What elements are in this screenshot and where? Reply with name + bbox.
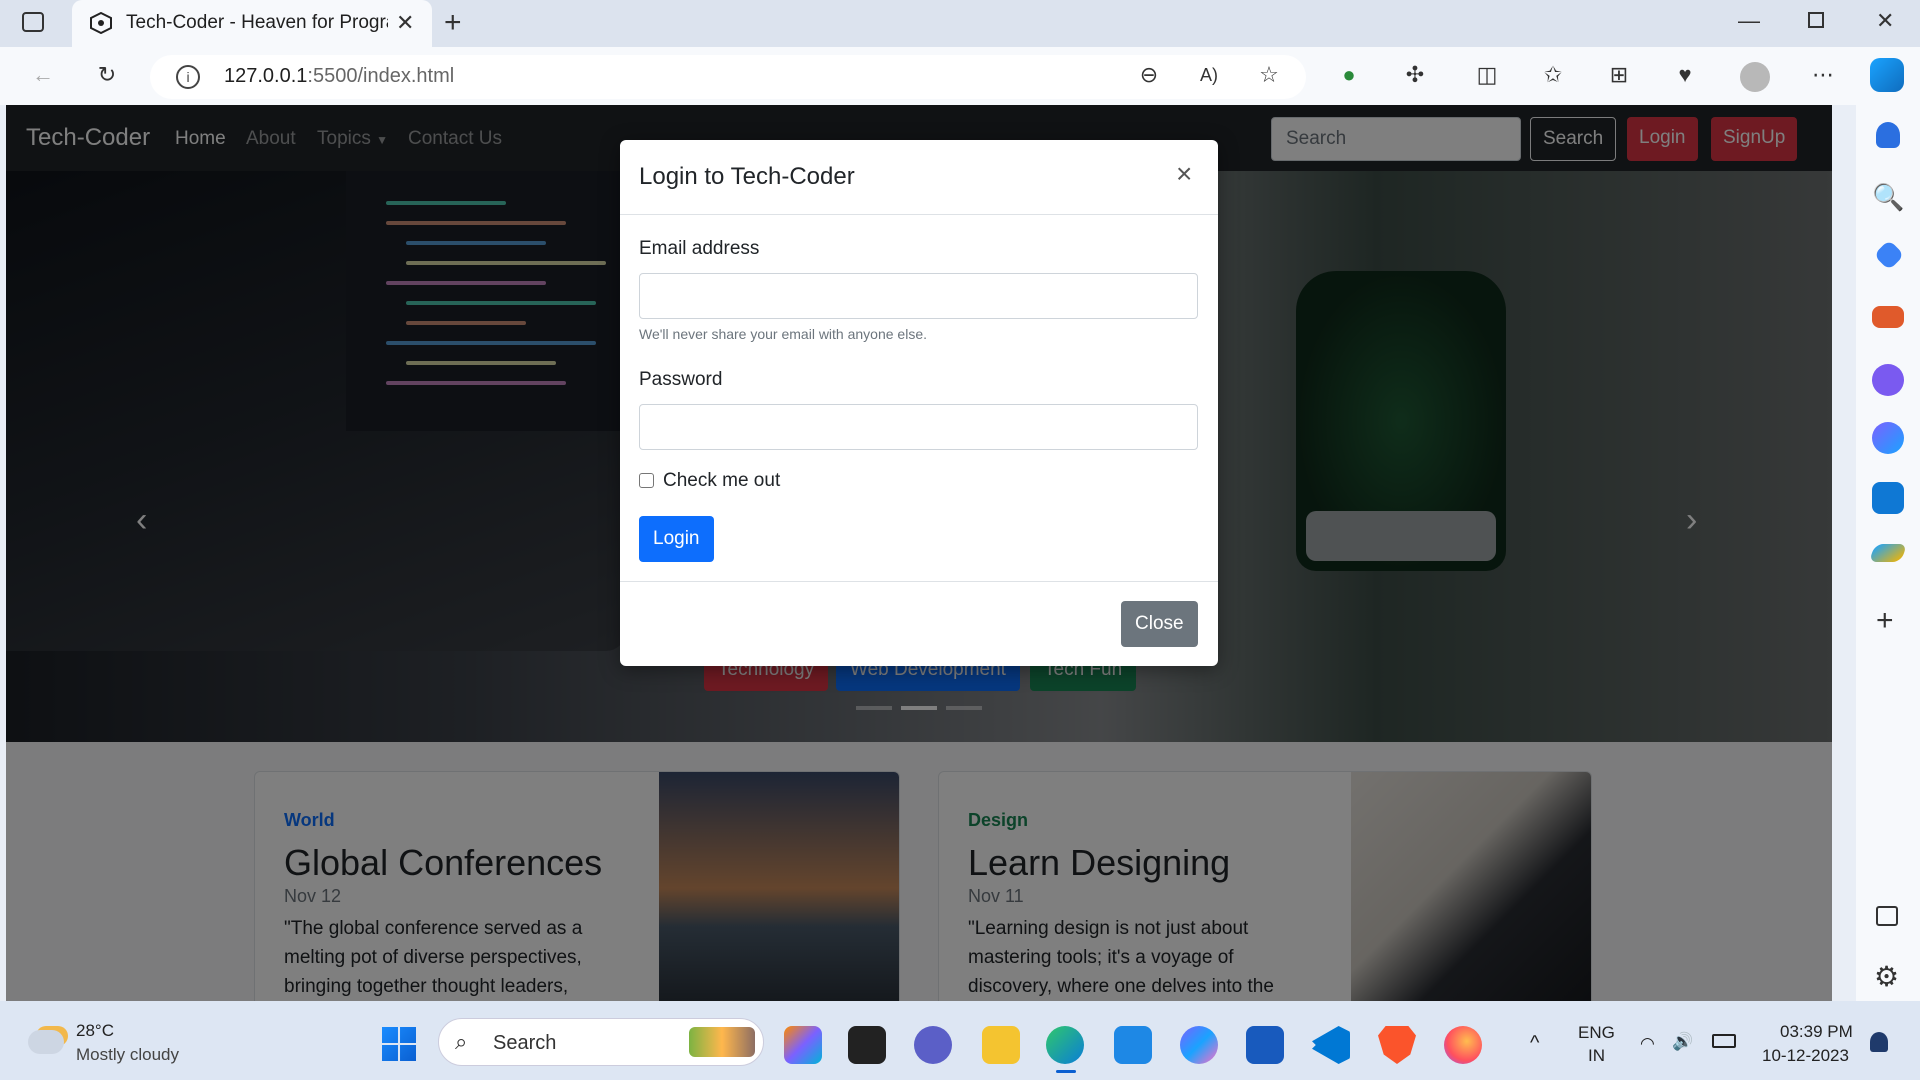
firefox-icon[interactable] — [1444, 1026, 1482, 1064]
wifi-icon[interactable]: ◠ — [1640, 1034, 1655, 1054]
volume-icon[interactable]: 🔊 — [1672, 1032, 1693, 1052]
windows-taskbar — [0, 1001, 1920, 1080]
outlook-icon[interactable] — [1872, 482, 1904, 514]
modal-close-button[interactable]: Close — [1121, 601, 1198, 647]
tools-briefcase-icon[interactable] — [1872, 306, 1904, 328]
microsoft-365-icon[interactable] — [1872, 422, 1904, 454]
favicon-icon — [90, 12, 112, 34]
sidebar-toggle-icon[interactable] — [1876, 906, 1898, 926]
modal-login-button[interactable]: Login — [639, 516, 714, 562]
restore-icon[interactable] — [1808, 12, 1824, 28]
modal-footer-divider — [620, 581, 1218, 582]
extensions-icon[interactable]: ✣ — [1400, 60, 1430, 90]
profile-avatar[interactable] — [1740, 62, 1770, 92]
url-text[interactable]: 127.0.0.1:5500/index.html — [224, 65, 454, 88]
mail-icon[interactable] — [1114, 1026, 1152, 1064]
clock-time[interactable]: 03:39 PM — [1780, 1022, 1853, 1042]
copilot-icon[interactable] — [1870, 58, 1904, 92]
site-info-icon[interactable]: i — [176, 65, 200, 89]
modal-close-icon[interactable]: × — [1176, 158, 1192, 190]
zoom-out-icon[interactable]: ⊖ — [1134, 60, 1164, 90]
edge-active-indicator — [1056, 1070, 1076, 1073]
new-tab-icon[interactable]: + — [444, 6, 462, 40]
password-label: Password — [639, 369, 723, 390]
login-modal: Login to Tech-Coder × Email address We'l… — [620, 140, 1218, 666]
more-menu-icon[interactable]: ⋯ — [1808, 60, 1838, 90]
search-highlight-icon — [689, 1027, 755, 1057]
modal-title: Login to Tech-Coder — [639, 163, 855, 190]
teams-meet-icon[interactable] — [914, 1026, 952, 1064]
file-explorer-icon[interactable] — [982, 1026, 1020, 1064]
password-field[interactable] — [639, 404, 1198, 450]
notification-bell-icon[interactable] — [1870, 1032, 1888, 1052]
minimize-icon[interactable]: — — [1738, 8, 1760, 34]
terminal-icon[interactable] — [848, 1026, 886, 1064]
favorites-icon[interactable]: ✩ — [1538, 60, 1568, 90]
clock-date[interactable]: 10-12-2023 — [1762, 1046, 1849, 1066]
favorite-star-icon[interactable]: ☆ — [1254, 60, 1284, 90]
extension-globe-icon[interactable]: ● — [1334, 60, 1364, 90]
browser-tab[interactable]: Tech-Coder - Heaven for Programmers ✕ — [72, 0, 432, 47]
weather-cloud-icon[interactable] — [28, 1030, 64, 1054]
tab-actions-icon[interactable] — [22, 12, 44, 32]
check-me-out-label[interactable]: Check me out — [663, 470, 780, 492]
language-region[interactable]: IN — [1588, 1046, 1605, 1066]
games-icon[interactable] — [1872, 364, 1904, 396]
split-screen-icon[interactable]: ◫ — [1472, 60, 1502, 90]
edge-browser-icon[interactable] — [1046, 1026, 1084, 1064]
word-icon[interactable] — [1246, 1026, 1284, 1064]
tray-overflow-icon[interactable]: ^ — [1530, 1032, 1539, 1055]
copilot-pre-icon[interactable] — [784, 1026, 822, 1064]
collections-icon[interactable]: ⊞ — [1604, 60, 1634, 90]
weather-condition[interactable]: Mostly cloudy — [76, 1045, 179, 1065]
settings-gear-icon[interactable]: ⚙ — [1874, 960, 1899, 993]
search-icon[interactable]: 🔍 — [1872, 182, 1904, 214]
check-me-out-checkbox[interactable] — [639, 473, 654, 488]
notifications-bell-icon[interactable] — [1876, 122, 1900, 148]
add-sidebar-icon[interactable]: + — [1876, 604, 1894, 638]
weather-temperature[interactable]: 28°C — [76, 1021, 114, 1041]
back-icon[interactable]: ← — [28, 60, 58, 90]
email-help-text: We'll never share your email with anyone… — [639, 326, 927, 342]
refresh-icon[interactable]: ↻ — [92, 60, 122, 90]
tab-close-icon[interactable]: ✕ — [396, 10, 414, 36]
email-field[interactable] — [639, 273, 1198, 319]
microsoft-365-icon[interactable] — [1180, 1026, 1218, 1064]
language-code[interactable]: ENG — [1578, 1023, 1615, 1043]
battery-icon[interactable] — [1712, 1034, 1736, 1048]
taskbar-search[interactable]: ⌕ Search — [438, 1018, 764, 1066]
modal-header-divider — [620, 214, 1218, 215]
email-label: Email address — [639, 238, 760, 259]
window-close-icon[interactable]: ✕ — [1876, 8, 1894, 34]
read-aloud-icon[interactable]: A) — [1194, 60, 1224, 90]
browser-essentials-icon[interactable]: ♥ — [1670, 60, 1700, 90]
search-icon: ⌕ — [455, 1029, 468, 1054]
tab-title: Tech-Coder - Heaven for Programmers — [126, 12, 388, 33]
